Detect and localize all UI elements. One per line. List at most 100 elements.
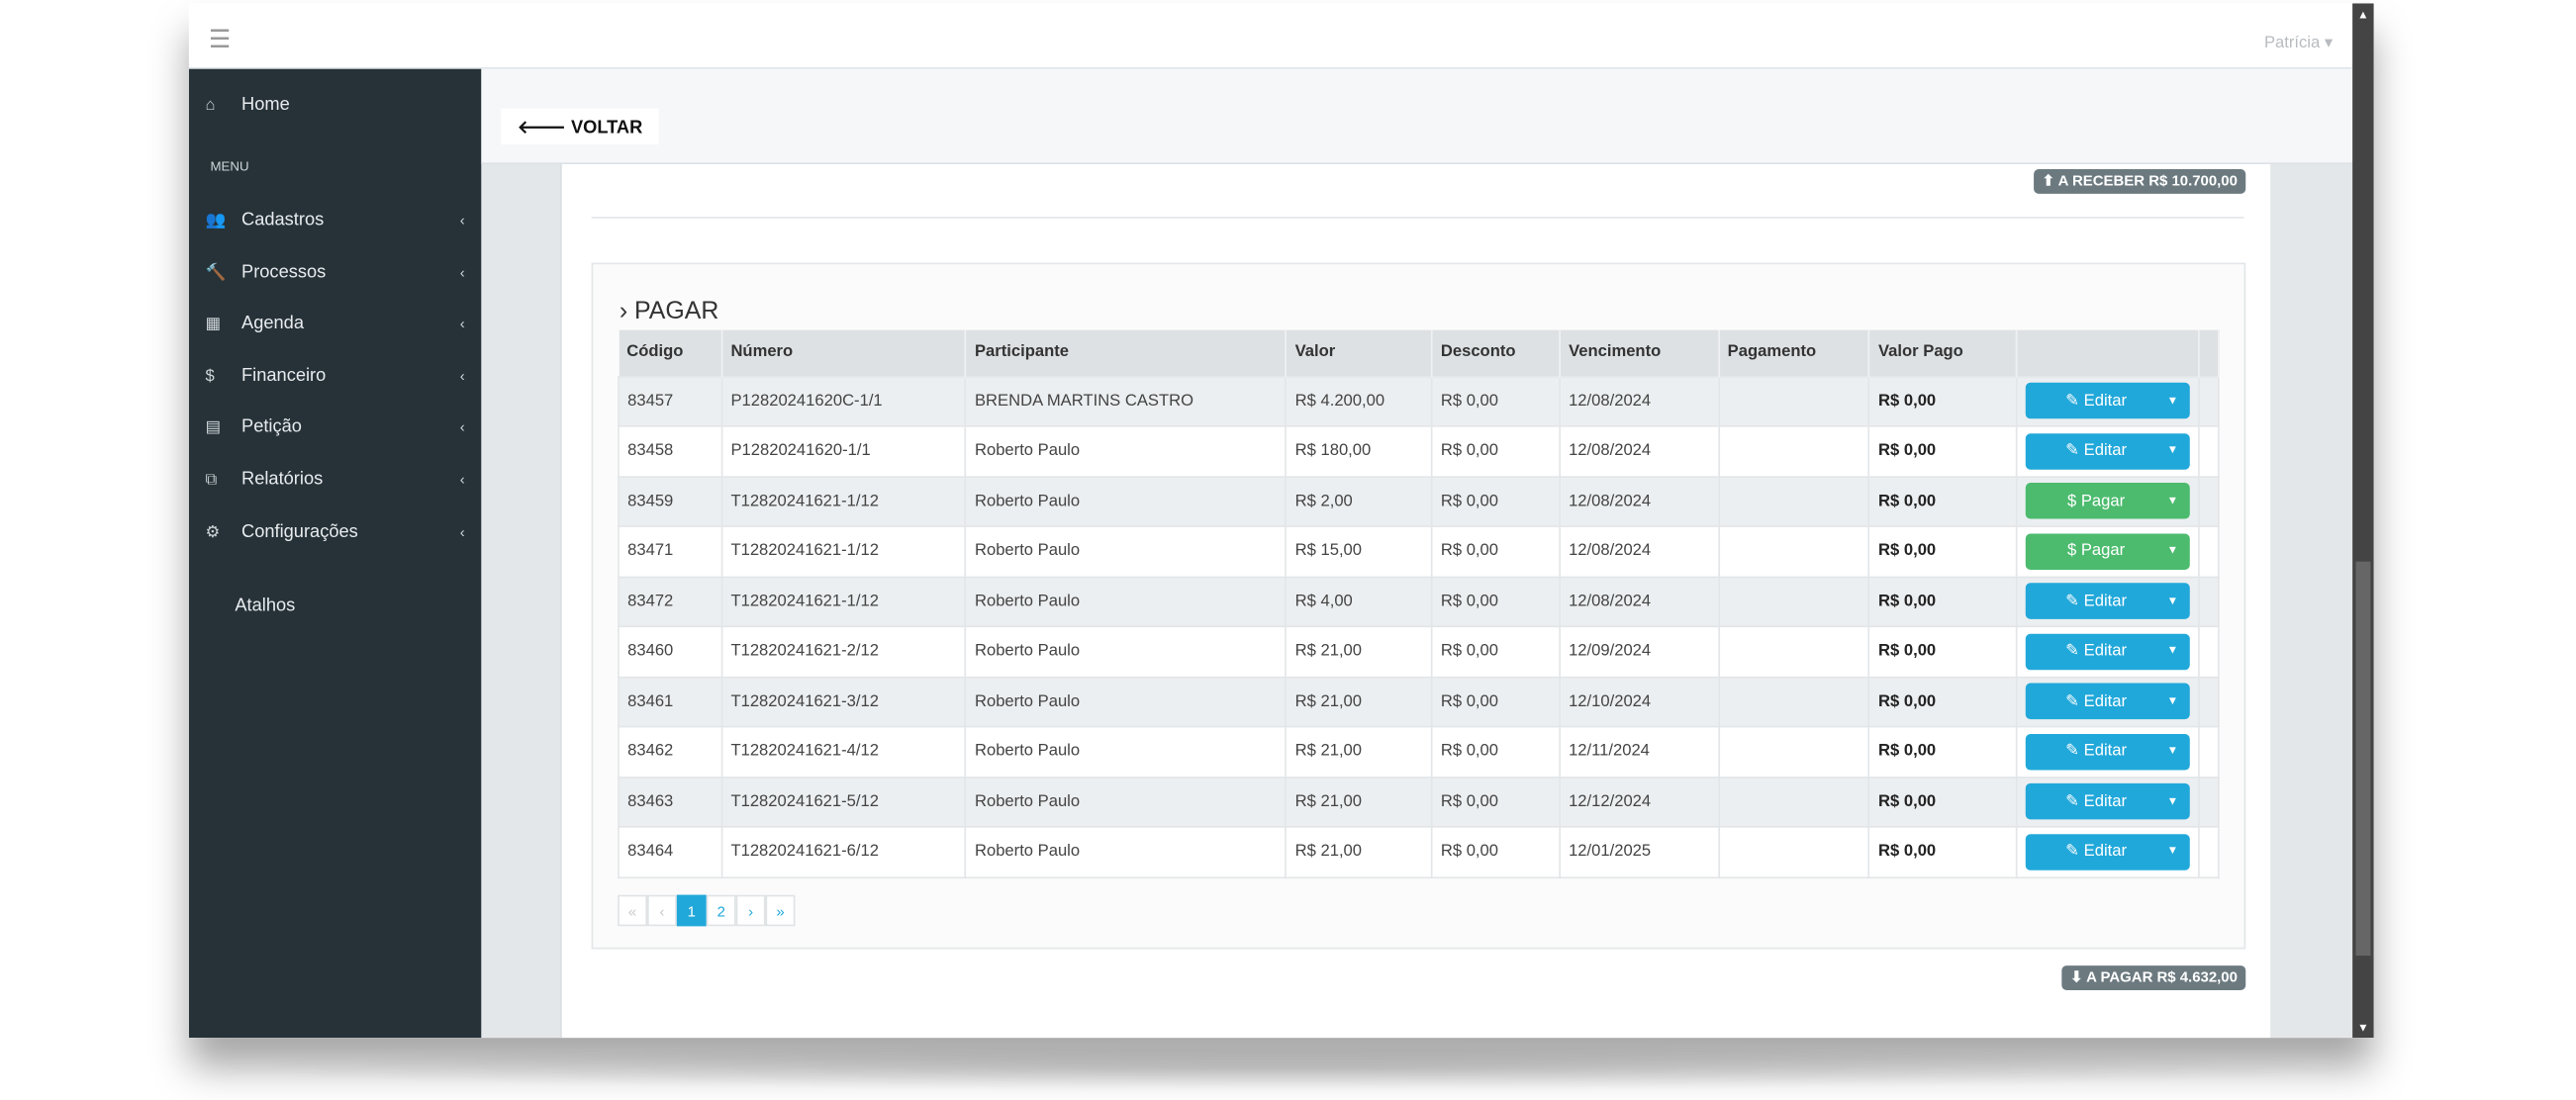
- cell-participante: Roberto Paulo: [965, 776, 1288, 828]
- sidebar-item-home[interactable]: ⌂ Home: [206, 95, 465, 115]
- cell-valor_pago: R$ 0,00: [1868, 725, 2018, 778]
- column-header[interactable]: Código: [618, 329, 723, 377]
- edit-button[interactable]: ✎ Editar ▼: [2025, 432, 2190, 470]
- action-label: Editar: [2083, 441, 2128, 461]
- edit-button[interactable]: ✎ Editar ▼: [2025, 633, 2190, 670]
- cell-desconto: R$ 0,00: [1430, 676, 1561, 728]
- sidebar-item-configurações[interactable]: ⚙ Configurações ‹: [206, 522, 465, 542]
- caret-down-icon[interactable]: ▼: [2167, 646, 2179, 658]
- sidebar-item-label: Cadastros: [241, 210, 325, 230]
- cell-desconto: R$ 0,00: [1430, 575, 1561, 628]
- back-button[interactable]: 🡐 VOLTAR: [501, 108, 659, 145]
- page-last[interactable]: »: [765, 894, 796, 927]
- pay-button[interactable]: $ Pagar ▼: [2025, 533, 2190, 570]
- sidebar-item-atalhos[interactable]: Atalhos: [235, 596, 494, 616]
- page-1[interactable]: 1: [676, 894, 707, 927]
- arrow-down-circle-icon: ⬇: [2069, 968, 2083, 985]
- cell-participante: Roberto Paulo: [965, 424, 1288, 478]
- cell-pagamento: [1717, 725, 1870, 778]
- edit-button[interactable]: ✎ Editar ▼: [2025, 783, 2190, 820]
- action-label: Editar: [2083, 692, 2128, 711]
- pencil-icon: ✎: [2065, 792, 2080, 811]
- scroll-up-icon[interactable]: ▲: [2357, 10, 2369, 22]
- cell-valor_pago: R$ 0,00: [1868, 676, 2018, 728]
- page-2[interactable]: 2: [706, 894, 736, 927]
- top-bar: ☰ Patrícia ▾: [188, 3, 2353, 69]
- column-header[interactable]: Pagamento: [1718, 329, 1870, 377]
- cell-vencimento: 12/01/2025: [1559, 825, 1720, 878]
- cell-vencimento: 12/10/2024: [1559, 676, 1720, 728]
- cell-blank: [2197, 475, 2220, 527]
- hamburger-icon[interactable]: ☰: [209, 25, 231, 54]
- payables-table: Código Número Participante Valor Desconto Ven…: [618, 329, 2220, 878]
- section-title-text: PAGAR: [634, 297, 719, 325]
- edit-button[interactable]: ✎ Editar ▼: [2025, 733, 2190, 771]
- cell-numero: T12820241621-3/12: [720, 676, 967, 728]
- column-header[interactable]: Valor: [1286, 329, 1433, 377]
- pencil-icon: ✎: [2065, 441, 2080, 461]
- cell-actions: ✎ Editar ▼: [2015, 625, 2200, 678]
- chevron-left-icon: ‹: [459, 471, 465, 489]
- gavel-icon: 🔨: [205, 263, 227, 282]
- edit-button[interactable]: ✎ Editar ▼: [2025, 683, 2190, 720]
- cell-actions: ✎ Editar ▼: [2015, 575, 2200, 628]
- column-header-blank: [2198, 329, 2220, 377]
- cell-numero: T12820241621-1/12: [720, 475, 967, 527]
- gear-icon: ⚙: [205, 522, 221, 541]
- calendar-icon: ▦: [205, 314, 222, 333]
- action-label: Pagar: [2080, 542, 2126, 561]
- sidebar-item-agenda[interactable]: ▦ Agenda ‹: [206, 314, 465, 333]
- caret-down-icon[interactable]: ▼: [2167, 396, 2179, 408]
- cell-desconto: R$ 0,00: [1430, 424, 1561, 478]
- edit-button[interactable]: ✎ Editar ▼: [2025, 583, 2190, 620]
- sidebar-item-processos[interactable]: 🔨 Processos ‹: [206, 263, 465, 283]
- pay-button[interactable]: $ Pagar ▼: [2025, 483, 2190, 519]
- sidebar-item-label: Processos: [241, 262, 327, 283]
- cell-participante: Roberto Paulo: [965, 825, 1288, 878]
- scroll-down-icon[interactable]: ▼: [2357, 1023, 2369, 1035]
- table-row: 83461 T12820241621-3/12 Roberto Paulo R$ 21…: [618, 676, 2220, 728]
- user-menu[interactable]: Patrícia ▾: [2264, 35, 2333, 52]
- page-next[interactable]: ›: [735, 894, 766, 927]
- caret-down-icon[interactable]: ▼: [2167, 546, 2179, 558]
- page-prev[interactable]: ‹: [647, 894, 677, 927]
- caret-down-icon[interactable]: ▼: [2167, 445, 2179, 457]
- cell-codigo: 83462: [618, 725, 723, 778]
- cell-desconto: R$ 0,00: [1430, 776, 1561, 828]
- scrollbar[interactable]: ▲ ▼: [2352, 3, 2374, 1039]
- chevron-right-icon: ›: [619, 297, 628, 325]
- caret-down-icon[interactable]: ▼: [2167, 796, 2179, 808]
- edit-button[interactable]: ✎ Editar ▼: [2025, 833, 2190, 871]
- caret-down-icon[interactable]: ▼: [2167, 695, 2179, 707]
- dollar-icon: $: [2067, 542, 2077, 561]
- column-header[interactable]: Número: [721, 329, 967, 377]
- column-header[interactable]: Participante: [965, 329, 1288, 377]
- cell-desconto: R$ 0,00: [1430, 375, 1561, 427]
- table-row: 83458 P12820241620-1/1 Roberto Paulo R$ 180…: [618, 424, 2220, 478]
- pencil-icon: ✎: [2065, 742, 2080, 761]
- chevron-left-icon: ‹: [459, 523, 465, 541]
- sidebar-item-label: Atalhos: [235, 596, 296, 616]
- column-header[interactable]: Vencimento: [1559, 329, 1720, 377]
- sidebar-item-financeiro[interactable]: $ Financeiro ‹: [206, 366, 465, 386]
- edit-button[interactable]: ✎ Editar ▼: [2025, 383, 2190, 419]
- caret-down-icon[interactable]: ▼: [2167, 496, 2179, 507]
- arrow-left-icon: 🡐: [517, 118, 566, 138]
- column-header[interactable]: Desconto: [1431, 329, 1561, 377]
- content-panel: ⬆ A RECEBER R$ 10.700,00 › PAGAR Código N…: [560, 164, 2271, 1039]
- page-first[interactable]: «: [618, 894, 648, 927]
- sidebar-item-petição[interactable]: ▤ Petição ‹: [206, 417, 465, 437]
- scrollbar-thumb[interactable]: [2355, 561, 2371, 957]
- sidebar-item-relatórios[interactable]: ⧉ Relatórios ‹: [206, 470, 465, 490]
- caret-down-icon[interactable]: ▼: [2167, 746, 2179, 758]
- cell-valor: R$ 21,00: [1285, 676, 1433, 728]
- sidebar-item-label: Relatórios: [241, 469, 324, 490]
- column-header-actions: [2016, 329, 2200, 377]
- cell-numero: T12820241621-1/12: [720, 525, 967, 578]
- cell-vencimento: 12/08/2024: [1559, 525, 1720, 578]
- caret-down-icon[interactable]: ▼: [2167, 846, 2179, 858]
- sidebar-item-cadastros[interactable]: 👥 Cadastros ‹: [206, 210, 465, 229]
- column-header[interactable]: Valor Pago: [1868, 329, 2018, 377]
- caret-down-icon[interactable]: ▼: [2167, 596, 2179, 607]
- cell-numero: T12820241621-2/12: [720, 625, 967, 678]
